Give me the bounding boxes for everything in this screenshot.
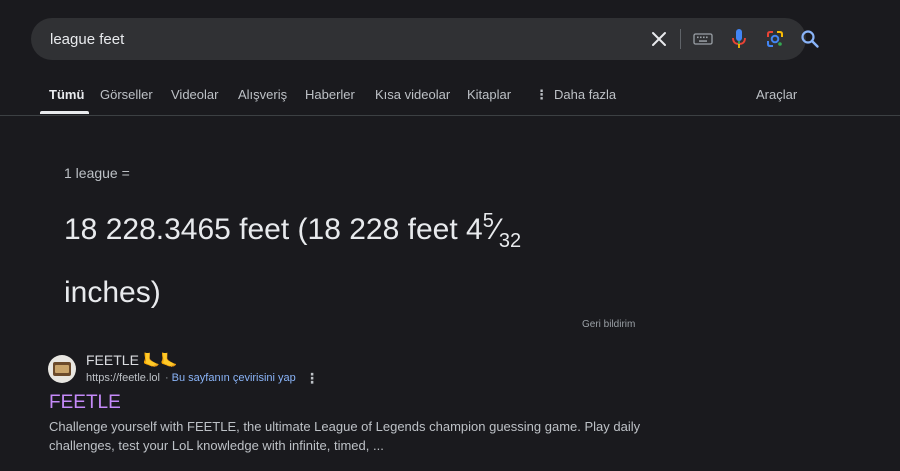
tab-shopping[interactable]: Alışveriş xyxy=(238,84,287,114)
more-vert-icon: ⋮ xyxy=(535,87,548,102)
conversion-input-label: 1 league = xyxy=(64,165,130,181)
tab-more-label: Daha fazla xyxy=(554,87,617,102)
tab-short-videos[interactable]: Kısa videolar xyxy=(375,84,450,114)
search-icon[interactable] xyxy=(798,27,822,51)
fraction-numerator: 5 xyxy=(482,210,494,232)
search-divider xyxy=(680,29,681,49)
tabs-divider xyxy=(0,115,900,116)
conversion-result-tail: inches) xyxy=(64,276,161,309)
google-lens-icon[interactable] xyxy=(763,27,787,51)
tab-all[interactable]: Tümü xyxy=(49,84,84,114)
tab-news[interactable]: Haberler xyxy=(305,84,355,114)
feedback-link[interactable]: Geri bildirim xyxy=(582,319,635,330)
conversion-fraction: 5⁄32 xyxy=(482,210,522,252)
url-separator: · xyxy=(165,372,169,384)
conversion-result: 18 228.3465 feet (18 228 feet 45⁄32 inch… xyxy=(64,195,624,319)
keyboard-icon[interactable] xyxy=(691,27,715,51)
translate-page-link[interactable]: Bu sayfanın çevirisini yap xyxy=(172,372,296,384)
conversion-result-main: 18 228.3465 feet (18 228 feet 4 xyxy=(64,213,483,246)
site-favicon[interactable] xyxy=(48,355,76,383)
search-tabs: Tümü Görseller Videolar Alışveriş Haberl… xyxy=(0,84,900,116)
result-snippet: Challenge yourself with FEETLE, the ulti… xyxy=(49,419,641,453)
result-site-name[interactable]: FEETLE 🦶🦶 xyxy=(86,352,178,369)
tab-images[interactable]: Görseller xyxy=(100,84,153,114)
foot-emoji-icons: 🦶🦶 xyxy=(142,352,178,368)
microphone-icon[interactable] xyxy=(727,27,751,51)
tab-videos[interactable]: Videolar xyxy=(171,84,218,114)
search-input[interactable] xyxy=(50,18,610,60)
more-options-icon[interactable]: ⋮ xyxy=(305,370,319,387)
result-title-link[interactable]: FEETLE xyxy=(49,392,121,414)
tools-button[interactable]: Araçlar xyxy=(756,84,797,114)
tab-more[interactable]: ⋮ Daha fazla xyxy=(535,84,616,114)
fraction-denominator: 32 xyxy=(498,230,522,252)
active-tab-indicator xyxy=(40,111,89,114)
search-bar xyxy=(31,18,819,60)
result-site-name-text: FEETLE xyxy=(86,352,139,368)
result-url-line: https://feetle.lol · Bu sayfanın çevirisin… xyxy=(86,372,296,384)
close-icon[interactable] xyxy=(647,27,671,51)
result-url[interactable]: https://feetle.lol xyxy=(86,372,160,384)
tab-books[interactable]: Kitaplar xyxy=(467,84,511,114)
